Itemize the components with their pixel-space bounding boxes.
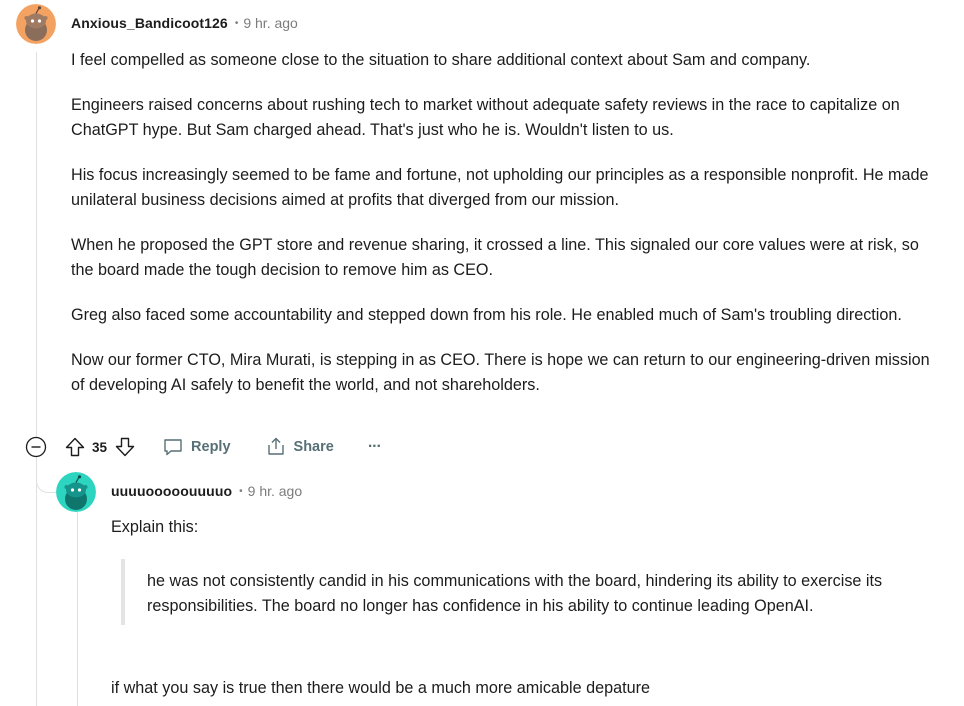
reply-connector [36, 472, 57, 493]
comment-body: I feel compelled as someone close to the… [71, 48, 941, 418]
collapse-button[interactable] [24, 435, 48, 459]
reply-label: Reply [191, 439, 231, 455]
reply-closing: if what you say is true then there would… [111, 676, 650, 701]
reply-username[interactable]: uuuuooooouuuuo [111, 483, 232, 499]
blockquote-text: he was not consistently candid in his co… [147, 572, 883, 615]
comment-paragraph: When he proposed the GPT store and reven… [71, 236, 919, 279]
comment-paragraph: Engineers raised concerns about rushing … [71, 96, 900, 139]
comment-action-bar: 35 Reply Share ··· [24, 432, 382, 462]
reply-blockquote: he was not consistently candid in his co… [121, 559, 947, 625]
user-avatar[interactable] [16, 4, 56, 44]
comment-timestamp[interactable]: 9 hr. ago [243, 15, 298, 31]
reply-button[interactable]: Reply [162, 436, 231, 458]
share-upload-icon [267, 437, 284, 455]
thread-line[interactable] [36, 52, 37, 706]
comment-paragraph: I feel compelled as someone close to the… [71, 51, 811, 69]
collapse-minus-icon [25, 436, 47, 458]
reply-body: Explain this: [111, 515, 931, 540]
comment-paragraph: Now our former CTO, Mira Murati, is step… [71, 351, 930, 394]
reply-closing-text: if what you say is true then there would… [111, 679, 650, 697]
share-label: Share [293, 439, 334, 455]
reply-timestamp[interactable]: 9 hr. ago [248, 483, 303, 499]
comment-username[interactable]: Anxious_Bandicoot126 [71, 15, 228, 31]
upvote-button[interactable] [64, 436, 86, 458]
vote-score: 35 [92, 439, 108, 455]
comment-thread: Anxious_Bandicoot126 • 9 hr. ago I feel … [0, 0, 964, 706]
downvote-button[interactable] [114, 436, 136, 458]
speech-bubble-icon [164, 439, 182, 456]
more-options-icon: ··· [367, 438, 382, 455]
reply-thread-line[interactable] [77, 512, 78, 706]
meta-separator: • [234, 17, 239, 29]
comment-meta: Anxious_Bandicoot126 • 9 hr. ago [71, 15, 298, 31]
more-options-button[interactable]: ··· [367, 438, 382, 456]
reply-intro: Explain this: [111, 518, 199, 536]
meta-separator: • [239, 485, 243, 497]
share-button[interactable]: Share [265, 436, 334, 458]
reply-meta: uuuuooooouuuuo • 9 hr. ago [111, 483, 302, 499]
downvote-arrow-icon [115, 437, 135, 457]
upvote-arrow-icon [65, 437, 85, 457]
reply-user-avatar[interactable] [56, 472, 96, 512]
comment-paragraph: Greg also faced some accountability and … [71, 306, 902, 324]
comment-paragraph: His focus increasingly seemed to be fame… [71, 166, 929, 209]
